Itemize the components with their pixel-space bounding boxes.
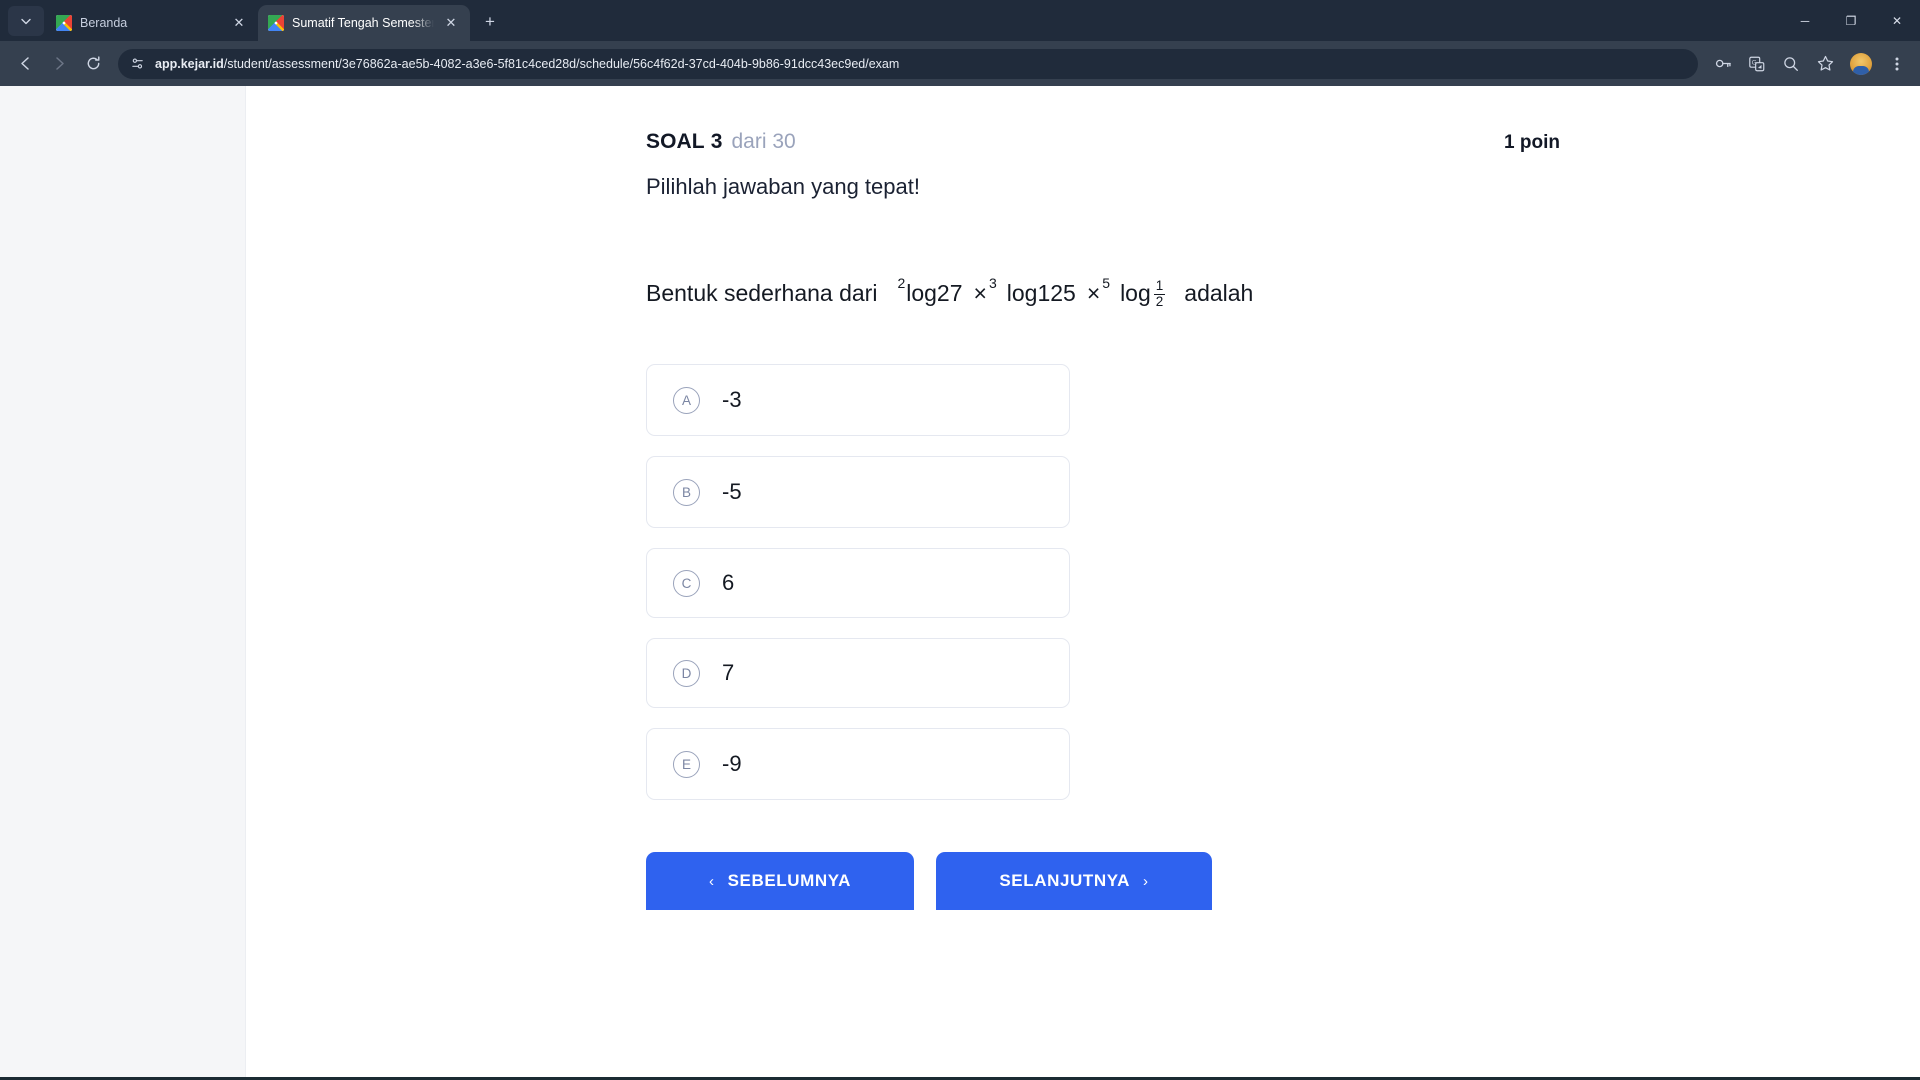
page-viewport: SOAL 3 dari 30 1 poin Pilihlah jawaban y… <box>0 86 1920 1077</box>
close-icon[interactable]: ✕ <box>442 14 460 32</box>
browser-window: Beranda ✕ Sumatif Tengah Semester Ganjil… <box>0 0 1920 1080</box>
next-question-button[interactable]: SELANJUTNYA › <box>936 852 1212 911</box>
question-tail: adalah <box>1184 279 1254 306</box>
question-total: dari 30 <box>731 130 796 153</box>
close-icon[interactable]: ✕ <box>230 14 248 32</box>
fraction-one-half: 1 2 <box>1153 278 1166 309</box>
new-tab-button[interactable]: + <box>476 8 504 36</box>
maximize-button[interactable]: ❐ <box>1828 0 1874 41</box>
log-base-1: 2 <box>897 275 906 292</box>
option-text: 6 <box>722 570 735 596</box>
arrow-left-icon <box>20 57 29 70</box>
option-text: -5 <box>722 479 742 505</box>
answer-option-d[interactable]: D 7 <box>646 638 1070 709</box>
answer-option-c[interactable]: C 6 <box>646 548 1070 619</box>
browser-tab-sumatif[interactable]: Sumatif Tengah Semester Ganjil ✕ <box>258 5 470 41</box>
window-controls: ─ ❐ ✕ <box>1782 0 1920 41</box>
log-base-3: 5 <box>1102 275 1111 292</box>
option-text: -3 <box>722 387 742 413</box>
fraction-numerator: 1 <box>1155 278 1164 293</box>
tab-strip: Beranda ✕ Sumatif Tengah Semester Ganjil… <box>0 0 1920 41</box>
close-window-button[interactable]: ✕ <box>1874 0 1920 41</box>
option-badge: C <box>673 569 700 597</box>
url-text: app.kejar.id/student/assessment/3e76862a… <box>155 57 899 71</box>
log-base-2: 3 <box>988 275 997 292</box>
multiply-2: × <box>1086 279 1101 306</box>
log-term-2: log125 <box>1006 279 1076 306</box>
chevron-right-icon: › <box>1143 872 1149 890</box>
reload-button[interactable] <box>78 49 108 79</box>
bookmark-star-icon[interactable] <box>1812 51 1838 77</box>
log-term-3: log <box>1120 279 1151 306</box>
question-points: 1 poin <box>1504 132 1560 153</box>
question-instruction: Pilihlah jawaban yang tepat! <box>646 174 920 199</box>
option-text: 7 <box>722 660 735 686</box>
address-bar[interactable]: app.kejar.id/student/assessment/3e76862a… <box>118 48 1698 79</box>
toolbar-actions: G <box>1710 51 1910 77</box>
question-title-group: SOAL 3 dari 30 <box>646 130 796 154</box>
more-menu-icon[interactable] <box>1884 51 1910 77</box>
site-settings-icon[interactable] <box>130 56 145 71</box>
question-navigation: ‹ SEBELUMNYA SELANJUTNYA › <box>246 852 1650 911</box>
option-badge: B <box>673 478 700 506</box>
profile-avatar[interactable] <box>1850 52 1872 75</box>
page-title: SOAL 3 <box>646 130 722 154</box>
answer-option-b[interactable]: B -5 <box>646 456 1070 529</box>
fraction-denominator: 2 <box>1153 293 1166 309</box>
translate-icon[interactable]: G <box>1744 51 1770 77</box>
question-lead: Bentuk sederhana dari <box>646 279 878 306</box>
chevron-left-icon: ‹ <box>708 872 715 890</box>
log-term-1: log27 <box>906 279 963 306</box>
previous-question-button[interactable]: ‹ SEBELUMNYA <box>646 852 914 911</box>
url-host: app.kejar.id <box>155 56 224 71</box>
forward-button[interactable] <box>44 49 74 79</box>
reload-icon <box>87 56 99 70</box>
tab-search-button[interactable] <box>8 6 44 36</box>
kejar-favicon <box>56 15 72 31</box>
browser-tab-beranda[interactable]: Beranda ✕ <box>46 5 258 41</box>
multiply-1: × <box>973 279 987 306</box>
previous-button-label: SEBELUMNYA <box>727 871 852 891</box>
exam-content: SOAL 3 dari 30 1 poin Pilihlah jawaban y… <box>246 86 1920 1077</box>
minimize-button[interactable]: ─ <box>1782 0 1828 41</box>
browser-toolbar: app.kejar.id/student/assessment/3e76862a… <box>0 41 1920 86</box>
option-text: -9 <box>722 751 742 777</box>
kejar-favicon <box>268 15 284 31</box>
arrow-right-icon <box>55 57 64 70</box>
back-button[interactable] <box>10 49 40 79</box>
tab-title: Beranda <box>80 16 128 30</box>
tab-title: Sumatif Tengah Semester Ganjil <box>292 16 434 30</box>
answer-option-e[interactable]: E -9 <box>646 728 1070 801</box>
chevron-down-icon <box>21 18 31 25</box>
answer-options: A -3 B -5 C 6 D 7 E -9 <box>246 364 1650 801</box>
next-button-label: SELANJUTNYA <box>999 871 1131 891</box>
option-badge: E <box>673 750 700 778</box>
question-number: 3 <box>710 130 723 153</box>
option-badge: D <box>673 659 700 687</box>
exam-side-rail <box>0 86 246 1077</box>
question-header: SOAL 3 dari 30 1 poin <box>246 130 1650 154</box>
question-label: SOAL <box>646 130 705 153</box>
password-key-icon[interactable] <box>1710 51 1736 77</box>
zoom-search-icon[interactable] <box>1778 51 1804 77</box>
answer-option-a[interactable]: A -3 <box>646 364 1070 437</box>
option-badge: A <box>673 386 700 414</box>
url-path: /student/assessment/3e76862a-ae5b-4082-a… <box>223 56 900 71</box>
question-statement: Bentuk sederhana dari 2 log27 × 3 log125… <box>246 275 1650 309</box>
